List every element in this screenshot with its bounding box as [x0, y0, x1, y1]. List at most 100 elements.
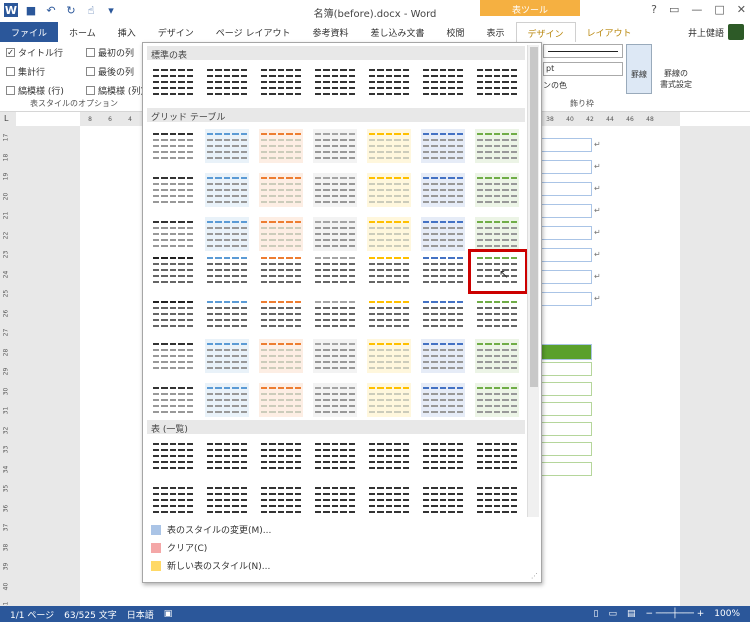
table-cell[interactable]: [540, 382, 592, 396]
tab-file[interactable]: ファイル: [0, 22, 59, 42]
tab-review[interactable]: 校閲: [436, 22, 476, 42]
maximize-button[interactable]: □: [714, 3, 724, 16]
user-name[interactable]: 井上健語: [688, 26, 724, 39]
table-style-option[interactable]: [205, 217, 249, 251]
table-header-cell[interactable]: [540, 344, 592, 360]
close-button[interactable]: ✕: [737, 3, 746, 16]
table-style-option[interactable]: [151, 173, 195, 207]
table-cell[interactable]: [540, 182, 592, 196]
zoom-level[interactable]: 100%: [714, 609, 740, 619]
table-style-option[interactable]: [475, 383, 519, 417]
table-style-option[interactable]: [475, 217, 519, 251]
table-style-option[interactable]: [151, 217, 195, 251]
table-style-option[interactable]: [421, 217, 465, 251]
table-style-option[interactable]: [205, 65, 249, 99]
table-style-option[interactable]: [421, 173, 465, 207]
table-style-option[interactable]: [475, 439, 519, 473]
table-style-option[interactable]: [259, 297, 303, 331]
table-style-option[interactable]: [259, 217, 303, 251]
tab-references[interactable]: 参考資料: [301, 22, 359, 42]
table-style-option[interactable]: [421, 297, 465, 331]
table-cell[interactable]: [540, 362, 592, 376]
table-cell[interactable]: [540, 402, 592, 416]
border-width-dropdown[interactable]: pt: [543, 62, 623, 76]
vertical-ruler[interactable]: 17 18 19 20 21 22 23 24 25 26 27 28 29 30 31 32 33 34 35 36…: [0, 112, 16, 609]
tab-table-design[interactable]: デザイン: [515, 22, 576, 42]
table-style-option[interactable]: [421, 129, 465, 163]
language[interactable]: 日本語: [127, 608, 154, 621]
table-style-option[interactable]: [151, 383, 195, 417]
borders-button[interactable]: 罫線: [626, 44, 652, 94]
word-count[interactable]: 63/525 文字: [64, 608, 117, 621]
tab-stop-icon[interactable]: L: [4, 114, 8, 123]
tab-mailings[interactable]: 差し込み文書: [359, 22, 435, 42]
table-style-option[interactable]: [421, 483, 465, 517]
table-style-option[interactable]: [367, 483, 411, 517]
tab-table-layout[interactable]: レイアウト: [576, 22, 643, 42]
zoom-slider[interactable]: − ───┼─── +: [646, 609, 705, 619]
help-button[interactable]: ?: [651, 3, 657, 16]
table-style-option[interactable]: [259, 483, 303, 517]
table-style-option[interactable]: [313, 253, 357, 287]
web-layout-icon[interactable]: ▤: [627, 609, 636, 619]
table-style-option[interactable]: [421, 383, 465, 417]
table-style-option[interactable]: [367, 129, 411, 163]
option-first-column[interactable]: 最初の列: [86, 46, 146, 59]
table-style-option[interactable]: [259, 173, 303, 207]
table-style-option[interactable]: [475, 483, 519, 517]
table-cell[interactable]: [540, 422, 592, 436]
table-style-option[interactable]: [205, 339, 249, 373]
table-cell[interactable]: [540, 270, 592, 284]
table-style-option[interactable]: [367, 439, 411, 473]
table-style-option[interactable]: [205, 253, 249, 287]
new-table-style-item[interactable]: 新しい表のスタイル(N)...: [151, 559, 270, 572]
table-style-option[interactable]: [259, 439, 303, 473]
table-style-option[interactable]: [475, 297, 519, 331]
table-style-option[interactable]: [313, 129, 357, 163]
table-style-option[interactable]: [475, 173, 519, 207]
table-style-option[interactable]: [367, 173, 411, 207]
table-style-option[interactable]: [421, 439, 465, 473]
border-painter-button[interactable]: 罫線の 書式設定: [656, 44, 696, 94]
table-style-option[interactable]: [421, 253, 465, 287]
table-cell[interactable]: [540, 226, 592, 240]
table-style-option[interactable]: [313, 173, 357, 207]
table-style-option[interactable]: [313, 439, 357, 473]
table-style-option[interactable]: [205, 297, 249, 331]
table-style-option[interactable]: [367, 383, 411, 417]
table-cell[interactable]: [540, 442, 592, 456]
avatar[interactable]: [728, 24, 744, 40]
table-style-option[interactable]: [313, 65, 357, 99]
table-style-option[interactable]: [367, 339, 411, 373]
gallery-scrollbar[interactable]: [527, 45, 539, 517]
macro-icon[interactable]: ▣: [164, 609, 173, 619]
table-style-option[interactable]: [205, 383, 249, 417]
table-style-option[interactable]: [205, 439, 249, 473]
table-style-option[interactable]: [151, 483, 195, 517]
table-style-option[interactable]: [313, 297, 357, 331]
option-banded-columns[interactable]: 縞模様 (列): [86, 84, 146, 97]
modify-table-style-item[interactable]: 表のスタイルの変更(M)...: [151, 523, 271, 536]
option-header-row[interactable]: ✓ タイトル行: [6, 46, 86, 59]
table-style-option[interactable]: [475, 339, 519, 373]
tab-insert[interactable]: 挿入: [107, 22, 147, 42]
option-total-row[interactable]: 集計行: [6, 65, 86, 78]
table-style-option[interactable]: [313, 339, 357, 373]
table-style-option[interactable]: [151, 65, 195, 99]
table-style-option[interactable]: [259, 383, 303, 417]
table-style-option[interactable]: [475, 129, 519, 163]
table-style-option[interactable]: [205, 173, 249, 207]
table-style-option[interactable]: [151, 439, 195, 473]
table-style-option[interactable]: [313, 483, 357, 517]
table-cell[interactable]: [540, 292, 592, 306]
page-count[interactable]: 1/1 ページ: [10, 608, 54, 621]
table-style-option[interactable]: [367, 253, 411, 287]
table-style-option[interactable]: [259, 253, 303, 287]
table-style-option[interactable]: [205, 129, 249, 163]
read-mode-icon[interactable]: ▯: [594, 609, 599, 619]
table-style-option[interactable]: [367, 297, 411, 331]
table-cell[interactable]: [540, 160, 592, 174]
tab-page-layout[interactable]: ページ レイアウト: [205, 22, 302, 42]
table-style-option[interactable]: [259, 65, 303, 99]
ribbon-display-button[interactable]: ▭: [669, 3, 679, 16]
